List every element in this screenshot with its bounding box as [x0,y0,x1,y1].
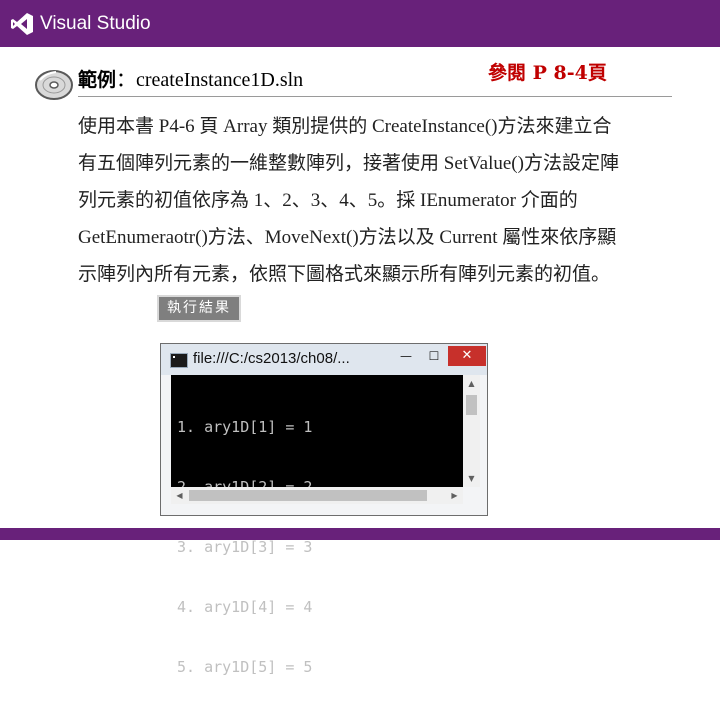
paragraph-line: 列元素的初值依序為 1、2、3、4、5。採 IEnumerator 介面的 [78,190,578,211]
horizontal-scrollbar[interactable]: ◀ ▶ [171,487,463,504]
paragraph-line: 使用本書 P4-6 頁 Array 類別提供的 CreateInstance()… [78,116,612,137]
console-line: 5. ary1D[5] = 5 [177,658,313,676]
page-reference: 參閱 P 8-4頁 [488,62,607,84]
paragraph-line: 示陣列內所有元素，依照下圖格式來顯示所有陣列元素的初值。 [78,264,611,285]
visual-studio-logo-icon [11,13,33,35]
example-filename: ：createInstance1D.sln [116,69,304,91]
top-banner: Visual Studio [0,0,720,47]
bottom-banner [0,528,720,540]
minimize-button[interactable]: — [393,346,419,366]
vertical-scroll-thumb[interactable] [466,395,477,415]
maximize-button[interactable]: ☐ [421,346,447,366]
console-titlebar[interactable]: file:///C:/cs2013/ch08/... — ☐ ✕ [161,344,487,375]
cd-disc-icon [35,70,73,100]
vertical-scrollbar[interactable]: ▲ ▼ [463,375,480,487]
console-title: file:///C:/cs2013/ch08/... [193,350,350,367]
example-label: 範例 [78,69,117,91]
scroll-left-arrow-icon[interactable]: ◀ [171,487,188,504]
command-prompt-icon [170,353,188,368]
close-button[interactable]: ✕ [448,346,486,366]
horizontal-scroll-thumb[interactable] [189,490,427,501]
product-name: Visual Studio [40,13,151,34]
example-heading: 範例：createInstance1D.sln [78,66,303,94]
result-label: 執行結果 [157,295,241,322]
console-window: file:///C:/cs2013/ch08/... — ☐ ✕ 1. ary1… [160,343,488,676]
console-output: 1. ary1D[1] = 1 2. ary1D[2] = 2 3. ary1D… [171,375,463,676]
instruction-paragraph: 使用本書 P4-6 頁 Array 類別提供的 CreateInstance()… [78,108,678,293]
paragraph-line: GetEnumeraotr()方法、MoveNext()方法以及 Current… [78,227,617,248]
paragraph-line: 有五個陣列元素的一維整數陣列，接著使用 SetValue()方法設定陣 [78,153,619,174]
heading-divider [78,96,672,97]
scroll-down-arrow-icon[interactable]: ▼ [463,470,480,487]
scroll-right-arrow-icon[interactable]: ▶ [446,487,463,504]
console-line: 1. ary1D[1] = 1 [177,418,313,436]
console-line: 3. ary1D[3] = 3 [177,538,313,556]
console-line: 4. ary1D[4] = 4 [177,598,313,616]
scroll-up-arrow-icon[interactable]: ▲ [463,375,480,392]
